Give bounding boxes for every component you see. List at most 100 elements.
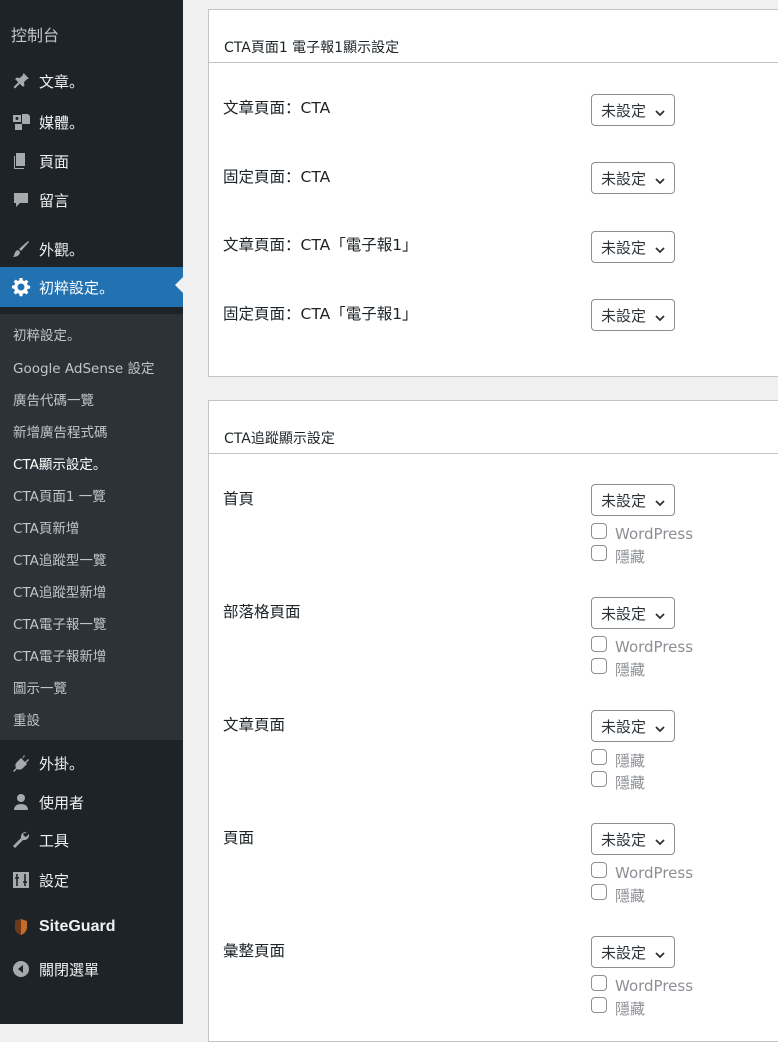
media-icon — [9, 110, 33, 134]
checkbox[interactable] — [591, 749, 607, 765]
submenu-item[interactable]: CTA電子報一覽 — [13, 613, 106, 633]
checkbox-option[interactable]: WordPress — [591, 521, 693, 543]
setting-select[interactable]: 未設定 — [591, 597, 675, 629]
checkbox[interactable] — [591, 862, 607, 878]
select-value: 未設定 — [601, 101, 647, 120]
setting-label: 首頁 — [223, 490, 255, 508]
select-value: 未設定 — [601, 306, 647, 325]
panel-header: CTA頁面1 電子報1顯示設定 — [209, 10, 778, 63]
menu-item-plugins[interactable]: 外掛。 — [0, 745, 183, 781]
checkbox[interactable] — [591, 771, 607, 787]
submenu-item[interactable]: 廣告代碼一覽 — [13, 389, 94, 409]
checkbox-option[interactable]: WordPress — [591, 634, 694, 656]
setting-label: 文章頁面：CTA — [223, 99, 331, 117]
menu-item-comments[interactable]: 留言 — [0, 182, 183, 218]
setting-select[interactable]: 未設定 — [591, 299, 675, 331]
chevron-down-icon — [654, 172, 666, 185]
menu-item-settings[interactable]: 設定 — [0, 862, 183, 898]
panel-header: CTA追蹤顯示設定 — [209, 401, 778, 454]
checkbox-label: WordPress — [615, 638, 694, 656]
submenu-item[interactable]: 初粹設定。 — [13, 324, 81, 344]
user-icon — [9, 790, 33, 814]
setting-select[interactable]: 未設定 — [591, 823, 675, 855]
cta-follow-settings-panel: CTA追蹤顯示設定 首頁 未設定 WordPress 隱藏 部落格頁面 未設定 … — [208, 400, 778, 1042]
submenu-item[interactable]: 圖示一覽 — [13, 677, 67, 697]
checkbox-option[interactable]: 隱藏 — [591, 656, 645, 679]
select-value: 未設定 — [601, 169, 647, 188]
checkbox-label: WordPress — [615, 977, 694, 995]
checkbox-option[interactable]: 隱藏 — [591, 769, 645, 792]
menu-item-users[interactable]: 使用者 — [0, 784, 183, 820]
chevron-down-icon — [654, 833, 666, 846]
chevron-down-icon — [654, 607, 666, 620]
menu-label: 頁面 — [39, 152, 70, 171]
submenu-item[interactable]: Google AdSense 設定 — [13, 357, 155, 377]
submenu-item[interactable]: 重設 — [13, 709, 40, 729]
setting-select[interactable]: 未設定 — [591, 231, 675, 263]
checkbox-option[interactable]: 隱藏 — [591, 747, 645, 770]
select-value: 未設定 — [601, 943, 647, 962]
select-value: 未設定 — [601, 830, 647, 849]
menu-label: 媒體。 — [39, 113, 85, 132]
brush-icon — [9, 237, 33, 261]
setting-select[interactable]: 未設定 — [591, 94, 675, 126]
menu-item-media[interactable]: 媒體。 — [0, 104, 183, 140]
plugin-icon — [9, 751, 33, 775]
menu-label: 初粹設定。 — [39, 278, 115, 297]
panel-title: CTA追蹤顯示設定 — [224, 431, 335, 447]
submenu: 初粹設定。 Google AdSense 設定 廣告代碼一覽 新增廣告程式碼 C… — [0, 314, 183, 740]
checkbox[interactable] — [591, 523, 607, 539]
checkbox[interactable] — [591, 658, 607, 674]
submenu-item[interactable]: CTA追蹤型新增 — [13, 581, 106, 601]
checkbox-option[interactable]: 隱藏 — [591, 995, 645, 1018]
checkbox-label: 隱藏 — [615, 773, 646, 792]
menu-label: 留言 — [39, 191, 70, 210]
checkbox[interactable] — [591, 884, 607, 900]
checkbox-label: 隱藏 — [615, 999, 646, 1018]
chevron-down-icon — [654, 946, 666, 959]
setting-label: 部落格頁面 — [223, 603, 301, 621]
checkbox-option[interactable]: WordPress — [591, 973, 694, 995]
setting-label: 文章頁面：CTA「電子報1」 — [223, 236, 418, 254]
panel-title: CTA頁面1 電子報1顯示設定 — [224, 40, 400, 56]
collapse-menu-button[interactable]: 關閉選單 — [0, 951, 183, 987]
select-value: 未設定 — [601, 238, 647, 257]
checkbox[interactable] — [591, 997, 607, 1013]
submenu-item[interactable]: CTA電子報新增 — [13, 645, 106, 665]
chevron-down-icon — [654, 720, 666, 733]
menu-item-siteguard[interactable]: SiteGuard — [0, 909, 183, 945]
setting-select[interactable]: 未設定 — [591, 936, 675, 968]
menu-item-cocoon-settings[interactable]: 初粹設定。 — [0, 267, 183, 307]
setting-label: 固定頁面：CTA「電子報1」 — [223, 305, 418, 323]
setting-select[interactable]: 未設定 — [591, 710, 675, 742]
menu-label: 外觀。 — [39, 240, 85, 259]
checkbox[interactable] — [591, 975, 607, 991]
menu-item-appearance[interactable]: 外觀。 — [0, 231, 183, 267]
wrench-icon — [9, 828, 33, 852]
menu-item-posts[interactable]: 文章。 — [0, 63, 183, 99]
submenu-item-current[interactable]: CTA顯示設定。 — [13, 453, 106, 473]
menu-label: 文章。 — [39, 72, 85, 91]
submenu-item[interactable]: CTA頁面1 一覽 — [13, 485, 106, 505]
page-icon — [9, 149, 33, 173]
checkbox-option[interactable]: 隱藏 — [591, 543, 645, 566]
menu-label: 關閉選單 — [39, 960, 100, 979]
admin-sidebar: 控制台 文章。 媒體。 頁面 留言 外觀。 初粹設定。 初粹設定。 Google… — [0, 0, 183, 1024]
menu-item-pages[interactable]: 頁面 — [0, 143, 183, 179]
checkbox-label: 隱藏 — [615, 886, 646, 905]
submenu-item[interactable]: CTA追蹤型一覽 — [13, 549, 106, 569]
submenu-item[interactable]: 新增廣告程式碼 — [13, 421, 108, 441]
select-value: 未設定 — [601, 717, 647, 736]
checkbox-label: WordPress — [615, 864, 694, 882]
checkbox[interactable] — [591, 636, 607, 652]
checkbox-option[interactable]: WordPress — [591, 860, 694, 882]
checkbox-option[interactable]: 隱藏 — [591, 882, 645, 905]
menu-label: SiteGuard — [39, 918, 116, 935]
submenu-item[interactable]: CTA頁新增 — [13, 517, 79, 537]
dashboard-link[interactable]: 控制台 — [11, 22, 59, 46]
comment-icon — [9, 188, 33, 212]
setting-select[interactable]: 未設定 — [591, 484, 675, 516]
menu-item-tools[interactable]: 工具 — [0, 822, 183, 858]
checkbox[interactable] — [591, 545, 607, 561]
setting-select[interactable]: 未設定 — [591, 162, 675, 194]
